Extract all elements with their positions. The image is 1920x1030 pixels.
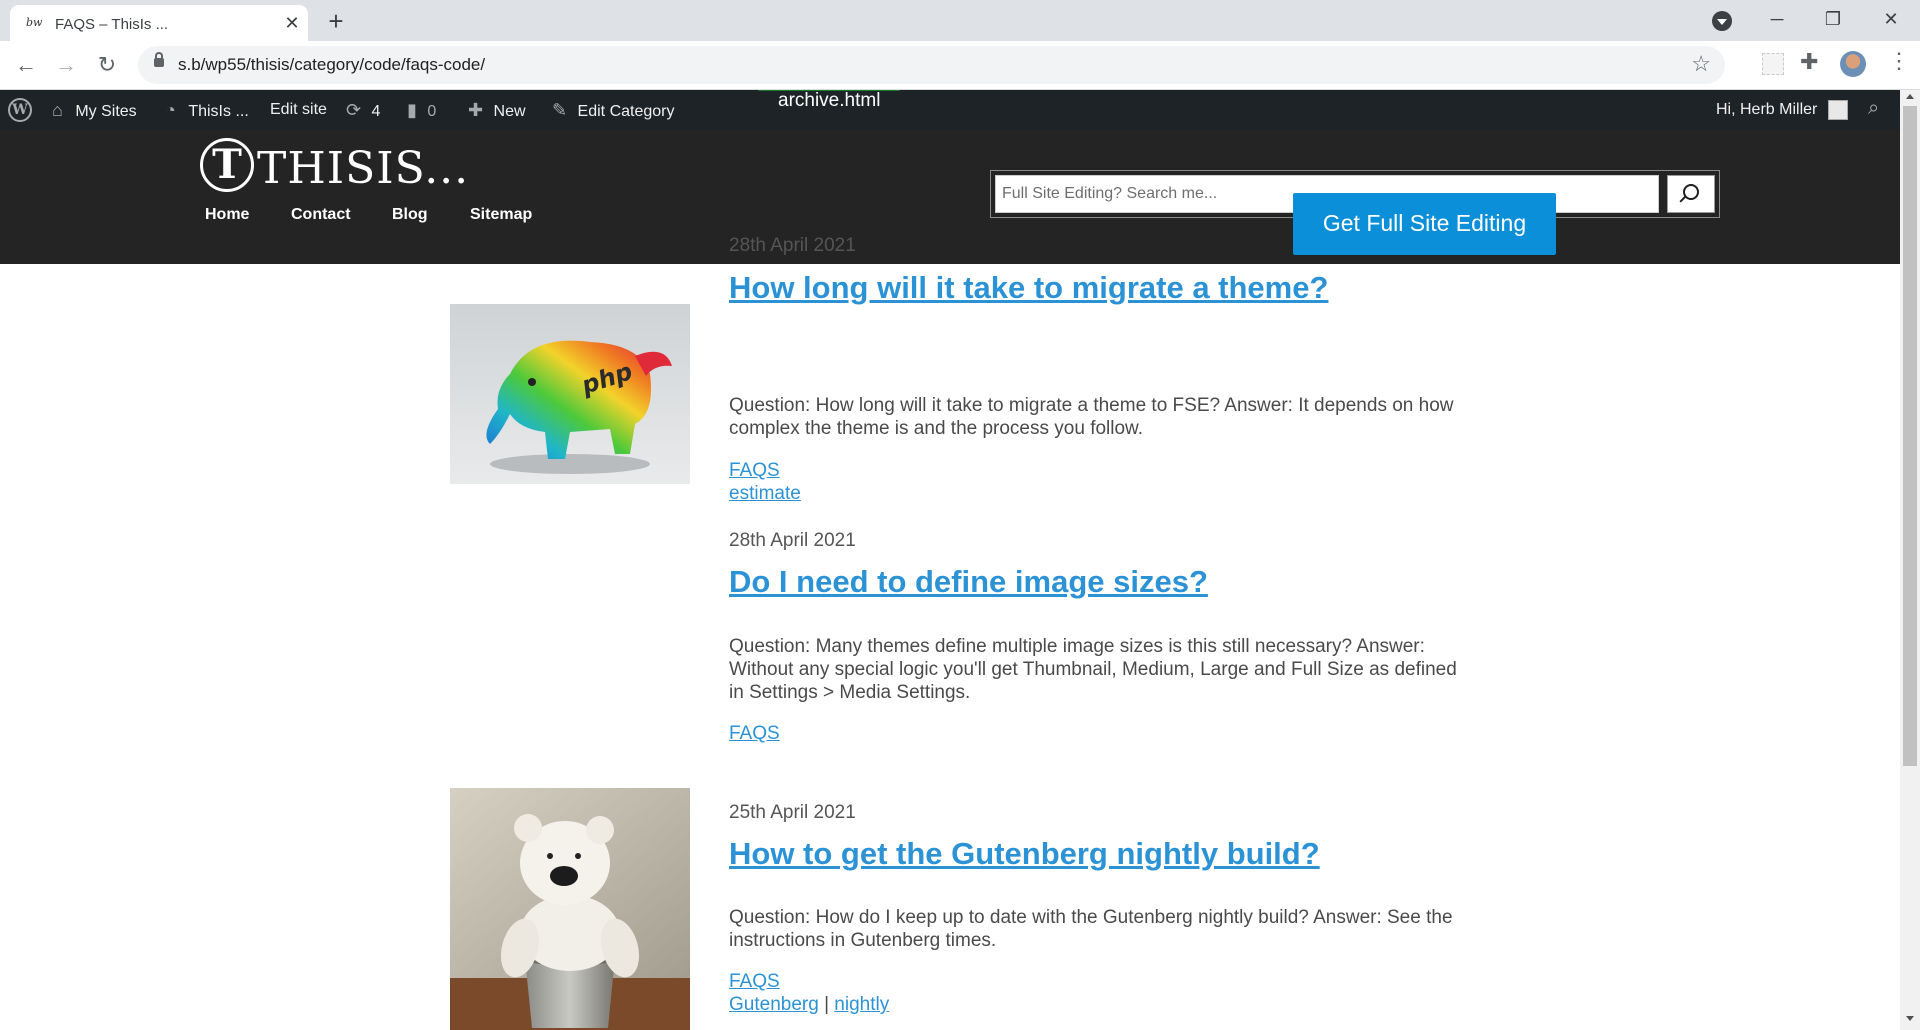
comments-count: 0 [427, 103, 437, 120]
post-thumbnail-teddy-bear[interactable] [450, 788, 690, 1030]
restore-icon[interactable]: ❐ [1808, 4, 1858, 34]
url-text[interactable]: s.b/wp55/thisis/category/code/faqs-code/ [178, 55, 485, 75]
post-title-link[interactable]: How to get the Gutenberg nightly build? [729, 836, 1320, 872]
site-name-label: ThisIs ... [188, 103, 249, 120]
scrollbar-thumb[interactable] [1903, 106, 1917, 766]
my-sites-label: My Sites [75, 103, 137, 120]
browser-toolbar: ← → ↻ s.b/wp55/thisis/category/code/faqs… [0, 41, 1920, 90]
wordpress-logo-icon[interactable]: W [8, 98, 32, 122]
scroll-up-icon[interactable] [1906, 94, 1914, 99]
browser-tab[interactable]: bw FAQS – ThisIs ... ✕ [10, 5, 308, 41]
post-tag-link[interactable]: nightly [834, 994, 889, 1015]
post-category-link[interactable]: FAQS [729, 460, 780, 482]
bookmark-star-icon[interactable]: ☆ [1691, 51, 1711, 77]
close-window-icon[interactable]: ✕ [1866, 4, 1916, 34]
nav-item-sitemap[interactable]: Sitemap [470, 206, 532, 224]
updates-icon: ⟳ [346, 100, 362, 120]
comment-icon: ▮ [407, 100, 417, 120]
nav-item-home[interactable]: Home [205, 206, 249, 224]
close-tab-icon[interactable]: ✕ [280, 11, 304, 35]
browser-tab-strip: bw FAQS – ThisIs ... ✕ + ─ ❐ ✕ [0, 0, 1920, 41]
post-date: 25th April 2021 [729, 802, 856, 823]
plus-icon: ✚ [468, 100, 484, 120]
account-greeting[interactable]: Hi, Herb Miller [1716, 90, 1817, 130]
post-excerpt: Question: How do I keep up to date with … [729, 907, 1453, 951]
post-tag-link[interactable]: estimate [729, 483, 801, 505]
post-date: 28th April 2021 [729, 235, 856, 256]
post-category-link[interactable]: FAQS [729, 971, 780, 993]
new-content-menu[interactable]: ✚ New [468, 90, 526, 130]
post-thumbnail-php-elephant[interactable]: php [450, 304, 690, 484]
page-scrollbar[interactable] [1900, 90, 1920, 1030]
post-date: 28th April 2021 [729, 530, 856, 551]
new-tab-icon[interactable]: + [322, 8, 350, 36]
edit-category-link[interactable]: ✎ Edit Category [552, 90, 674, 130]
post-tag-link[interactable]: Gutenberg [729, 994, 819, 1015]
tab-title: FAQS – ThisIs ... [55, 16, 169, 33]
post-tags: Gutenberg | nightly [729, 994, 889, 1016]
logo-circle-icon: T [200, 138, 254, 192]
my-sites-icon: ⌂ [52, 100, 63, 120]
wp-admin-bar: W ⌂ My Sites ◔ ThisIs ... Edit site ⟳ 4 … [0, 90, 1900, 130]
search-button[interactable] [1667, 175, 1715, 213]
site-header: T THISIS... Home Contact Blog Sitemap [0, 130, 1900, 264]
minimize-icon[interactable]: ─ [1752, 4, 1802, 34]
post-excerpt: Question: How long will it take to migra… [729, 395, 1454, 439]
nav-item-contact[interactable]: Contact [291, 206, 351, 224]
admin-search-icon[interactable]: ⌕ [1868, 97, 1879, 120]
lock-icon[interactable] [154, 52, 164, 67]
updates-menu[interactable]: ⟳ 4 [346, 90, 380, 130]
extensions-puzzle-icon[interactable]: ✚ [1800, 49, 1818, 75]
profile-avatar[interactable] [1840, 51, 1866, 77]
address-bar[interactable]: s.b/wp55/thisis/category/code/faqs-code/… [138, 46, 1725, 84]
tab-search-icon[interactable] [1712, 11, 1732, 31]
edit-site-link[interactable]: Edit site [270, 90, 327, 130]
site-name-menu[interactable]: ◔ ThisIs ... [165, 90, 249, 130]
comments-menu[interactable]: ▮ 0 [407, 90, 436, 130]
dashboard-icon: ◔ [165, 100, 176, 120]
pencil-icon: ✎ [552, 100, 568, 120]
post-title-link[interactable]: Do I need to define image sizes? [729, 564, 1208, 600]
post-category-link[interactable]: FAQS [729, 723, 780, 745]
reload-icon[interactable]: ↻ [91, 49, 123, 81]
get-full-site-editing-button[interactable]: Get Full Site Editing [1293, 193, 1556, 255]
edit-category-label: Edit Category [577, 103, 675, 120]
search-icon [1683, 184, 1699, 200]
user-avatar[interactable] [1828, 100, 1848, 120]
post-excerpt: Question: Many themes define multiple im… [729, 636, 1457, 703]
new-label: New [493, 103, 526, 120]
post-title-link[interactable]: How long will it take to migrate a theme… [729, 270, 1328, 306]
site-favicon-icon: bw [26, 16, 43, 29]
page-viewport: W ⌂ My Sites ◔ ThisIs ... Edit site ⟳ 4 … [0, 90, 1900, 1030]
nav-item-blog[interactable]: Blog [392, 206, 428, 224]
updates-count: 4 [371, 103, 381, 120]
template-name-label: archive.html [757, 90, 901, 111]
back-icon[interactable]: ← [10, 49, 42, 81]
scroll-down-icon[interactable] [1906, 1016, 1914, 1021]
forward-icon[interactable]: → [50, 49, 82, 81]
extension-icon[interactable] [1762, 53, 1784, 75]
browser-menu-icon[interactable]: ⋮ [1888, 48, 1910, 74]
tag-separator: | [824, 994, 830, 1015]
my-sites-menu[interactable]: ⌂ My Sites [52, 90, 137, 130]
site-title: THISIS... [257, 143, 470, 194]
